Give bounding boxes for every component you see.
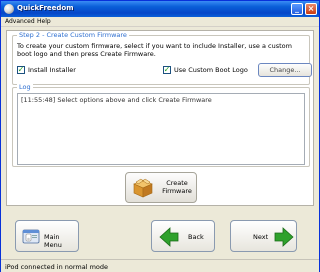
back-label: Back <box>188 233 204 241</box>
main-panel: Step 2 - Create Custom Firmware To creat… <box>6 30 314 206</box>
ipod-window-icon <box>22 229 40 244</box>
step-group: Step 2 - Create Custom Firmware To creat… <box>12 31 312 85</box>
log-group: Log [11:55:48] Select options above and … <box>12 83 310 167</box>
checkbox-checked-icon: ✓ <box>17 65 25 74</box>
create-firmware-button[interactable]: Create Firmware <box>125 172 197 203</box>
app-logo-icon <box>4 4 14 14</box>
create-firmware-label: Create Firmware <box>156 179 198 195</box>
main-menu-label: Main Menu <box>44 233 62 249</box>
log-textbox[interactable]: [11:55:48] Select options above and clic… <box>17 93 305 165</box>
create-label-line2: Firmware <box>162 187 192 195</box>
status-bar: iPod connected in normal mode <box>1 259 319 272</box>
menu-advanced[interactable]: Advanced <box>5 18 35 25</box>
change-button[interactable]: Change... <box>258 63 312 77</box>
menu-bar: Advanced Help <box>1 17 319 27</box>
next-label: Next <box>253 233 269 241</box>
window-title: QuickFreedom <box>17 4 74 12</box>
app-window: QuickFreedom _ × Advanced Help Step 2 - … <box>0 0 320 272</box>
menu-help[interactable]: Help <box>37 18 51 25</box>
title-bar[interactable]: QuickFreedom _ × <box>1 1 319 17</box>
log-line: [11:55:48] Select options above and clic… <box>21 96 212 104</box>
checkbox-checked-icon: ✓ <box>163 65 171 74</box>
custom-boot-logo-label: Use Custom Boot Logo <box>174 66 248 74</box>
arrow-left-icon <box>159 227 179 247</box>
box-icon <box>133 178 153 198</box>
back-button[interactable]: Back <box>151 220 215 252</box>
close-button[interactable]: × <box>305 3 317 15</box>
minimize-button[interactable]: _ <box>291 3 303 15</box>
arrow-right-icon <box>274 227 294 247</box>
next-button[interactable]: Next <box>230 220 297 252</box>
custom-boot-logo-checkbox[interactable]: ✓ Use Custom Boot Logo <box>163 66 248 74</box>
step-legend: Step 2 - Create Custom Firmware <box>17 31 129 39</box>
step-description: To create your custom firmware, select i… <box>17 42 292 58</box>
create-label-line1: Create <box>166 179 188 187</box>
install-installer-label: Install Installer <box>28 66 76 74</box>
main-menu-button[interactable]: Main Menu <box>15 220 79 252</box>
install-installer-checkbox[interactable]: ✓ Install Installer <box>17 66 76 74</box>
status-text: iPod connected in normal mode <box>5 263 109 271</box>
log-legend: Log <box>17 83 33 91</box>
